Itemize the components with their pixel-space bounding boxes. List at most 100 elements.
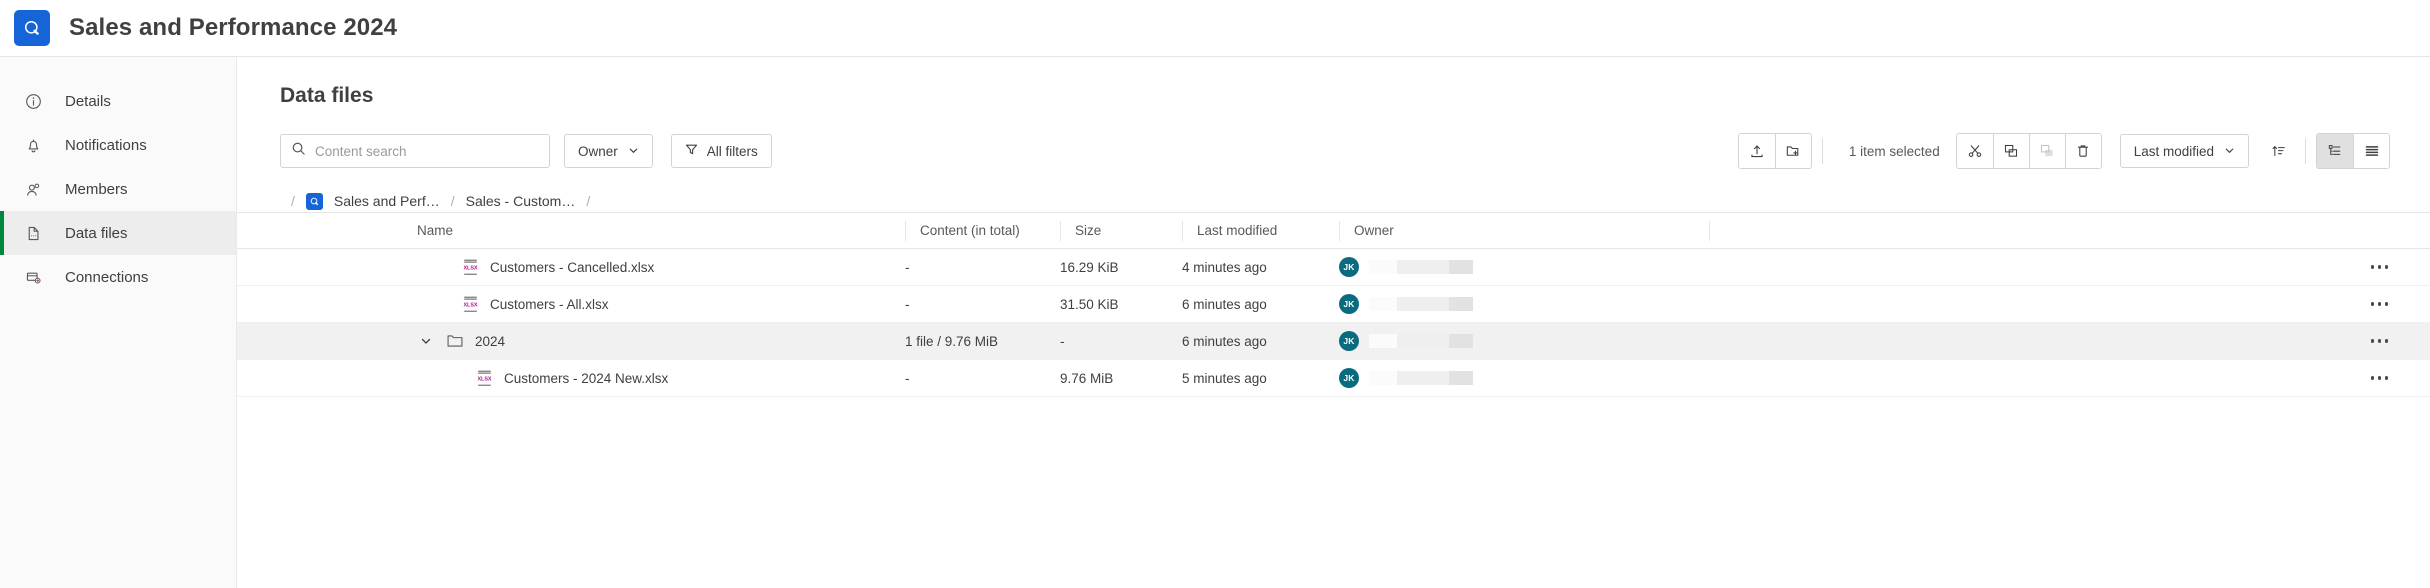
- row-name-cell: 2024: [417, 334, 905, 349]
- svg-text:XLSX: XLSX: [463, 265, 477, 271]
- row-name-cell: XLSX Customers - Cancelled.xlsx: [417, 259, 905, 276]
- breadcrumb-item-space[interactable]: Sales and Perf…: [334, 193, 440, 209]
- bell-icon: [22, 134, 44, 156]
- xlsx-file-icon: XLSX: [463, 296, 478, 313]
- toolbar-right-group: 1 item selected Last modified: [1737, 133, 2430, 169]
- row-owner-cell: JK: [1339, 331, 1709, 351]
- row-actions-cell: [1709, 333, 2430, 349]
- tree-view-icon[interactable]: [2317, 134, 2353, 168]
- breadcrumb-separator: /: [450, 193, 455, 209]
- list-view-icon[interactable]: [2353, 134, 2389, 168]
- new-folder-icon[interactable]: [1774, 134, 1811, 168]
- all-filters-label: All filters: [706, 143, 758, 159]
- main-content: Data files Owner: [237, 57, 2430, 588]
- view-toggle-group: [2316, 133, 2390, 169]
- avatar: JK: [1339, 294, 1359, 314]
- table-header-row: Name Content (in total) Size Last modifi…: [237, 212, 2430, 249]
- funnel-icon: [685, 143, 698, 159]
- column-header-content[interactable]: Content (in total): [905, 220, 1060, 241]
- table-row[interactable]: XLSX Customers - 2024 New.xlsx - 9.76 Mi…: [237, 360, 2430, 397]
- info-circle-icon: [22, 90, 44, 112]
- paste-icon: [2028, 134, 2065, 168]
- scissors-icon[interactable]: [1956, 134, 1993, 168]
- avatar: JK: [1339, 257, 1359, 277]
- row-size-cell: 9.76 MiB: [1060, 370, 1114, 386]
- column-header-last-modified[interactable]: Last modified: [1182, 220, 1339, 241]
- chevron-down-icon: [2224, 144, 2235, 159]
- sidebar-item-members[interactable]: Members: [0, 167, 236, 211]
- selection-count-label: 1 item selected: [1848, 143, 1940, 159]
- more-options-icon[interactable]: [2369, 296, 2391, 312]
- row-modified-cell: 4 minutes ago: [1182, 259, 1267, 275]
- app-logo-icon[interactable]: [14, 10, 50, 46]
- column-header-owner[interactable]: Owner: [1339, 220, 1709, 241]
- chevron-down-icon: [628, 144, 639, 159]
- search-input[interactable]: [315, 143, 539, 159]
- toolbar: Owner All filters: [237, 108, 2430, 170]
- row-content-cell: -: [905, 370, 910, 386]
- svg-text:XLSX: XLSX: [477, 376, 491, 382]
- row-modified-cell: 6 minutes ago: [1182, 333, 1267, 349]
- sidebar-item-connections[interactable]: Connections: [0, 255, 236, 299]
- row-name-label: Customers - 2024 New.xlsx: [504, 370, 669, 386]
- sort-field-label: Last modified: [2133, 143, 2214, 159]
- row-modified-cell: 6 minutes ago: [1182, 296, 1267, 312]
- avatar: JK: [1339, 368, 1359, 388]
- copy-icon[interactable]: [1992, 134, 2029, 168]
- sidebar-item-label: Members: [65, 180, 128, 198]
- document-icon: [22, 222, 44, 244]
- svg-text:XLSX: XLSX: [463, 302, 477, 308]
- owner-filter-dropdown[interactable]: Owner: [564, 134, 653, 168]
- sidebar-item-data-files[interactable]: Data files: [0, 211, 236, 255]
- more-options-icon[interactable]: [2369, 259, 2391, 275]
- people-icon: [22, 178, 44, 200]
- xlsx-file-icon: XLSX: [477, 370, 492, 387]
- table-row[interactable]: XLSX Customers - All.xlsx - 31.50 KiB 6 …: [237, 286, 2430, 323]
- all-filters-button[interactable]: All filters: [670, 134, 772, 168]
- table-row[interactable]: 2024 1 file / 9.76 MiB - 6 minutes ago J…: [237, 323, 2430, 360]
- row-size-cell: 16.29 KiB: [1060, 259, 1119, 275]
- owner-name-redacted: [1369, 297, 1473, 311]
- row-modified-cell: 5 minutes ago: [1182, 370, 1267, 386]
- row-content-cell: 1 file / 9.76 MiB: [905, 333, 999, 349]
- sidebar-item-label: Notifications: [65, 136, 147, 154]
- sidebar-item-label: Connections: [65, 268, 149, 286]
- qlik-space-icon: [305, 192, 323, 210]
- chevron-down-icon[interactable]: [417, 335, 435, 347]
- sidebar-item-details[interactable]: Details: [0, 79, 236, 123]
- row-actions-cell: [1709, 370, 2430, 386]
- row-name-cell: XLSX Customers - 2024 New.xlsx: [417, 370, 905, 387]
- breadcrumb-item-folder[interactable]: Sales - Custom…: [466, 193, 576, 209]
- sidebar-item-label: Data files: [65, 224, 128, 242]
- owner-name-redacted: [1369, 371, 1473, 385]
- folder-icon: [447, 334, 463, 348]
- row-owner-cell: JK: [1339, 368, 1709, 388]
- row-content-cell: -: [905, 259, 910, 275]
- more-options-icon[interactable]: [2369, 333, 2391, 349]
- search-input-wrapper[interactable]: [280, 134, 550, 168]
- owner-name-redacted: [1369, 260, 1473, 274]
- upload-icon[interactable]: [1738, 134, 1775, 168]
- row-owner-cell: JK: [1339, 257, 1709, 277]
- data-files-table: Name Content (in total) Size Last modifi…: [237, 212, 2430, 397]
- search-icon: [291, 141, 306, 161]
- sidebar: Details Notifications Members Data files…: [0, 57, 237, 588]
- file-add-group: [1737, 133, 1812, 169]
- row-content-cell: -: [905, 296, 910, 312]
- sort-field-dropdown[interactable]: Last modified: [2119, 134, 2249, 168]
- column-header-size[interactable]: Size: [1060, 220, 1182, 241]
- sidebar-item-notifications[interactable]: Notifications: [0, 123, 236, 167]
- more-options-icon[interactable]: [2369, 370, 2391, 386]
- row-size-cell: 31.50 KiB: [1060, 296, 1119, 312]
- breadcrumb: / Sales and Perf… / Sales - Custom… /: [237, 170, 2430, 212]
- row-actions-cell: [1709, 259, 2430, 275]
- row-name-label: 2024: [475, 333, 506, 349]
- column-header-name[interactable]: Name: [417, 223, 905, 238]
- xlsx-file-icon: XLSX: [463, 259, 478, 276]
- toolbar-divider: [1821, 138, 1823, 164]
- table-row[interactable]: XLSX Customers - Cancelled.xlsx - 16.29 …: [237, 249, 2430, 286]
- sort-ascending-icon[interactable]: [2263, 134, 2295, 168]
- trash-icon[interactable]: [2064, 134, 2101, 168]
- row-actions-cell: [1709, 296, 2430, 312]
- sidebar-item-label: Details: [65, 92, 111, 110]
